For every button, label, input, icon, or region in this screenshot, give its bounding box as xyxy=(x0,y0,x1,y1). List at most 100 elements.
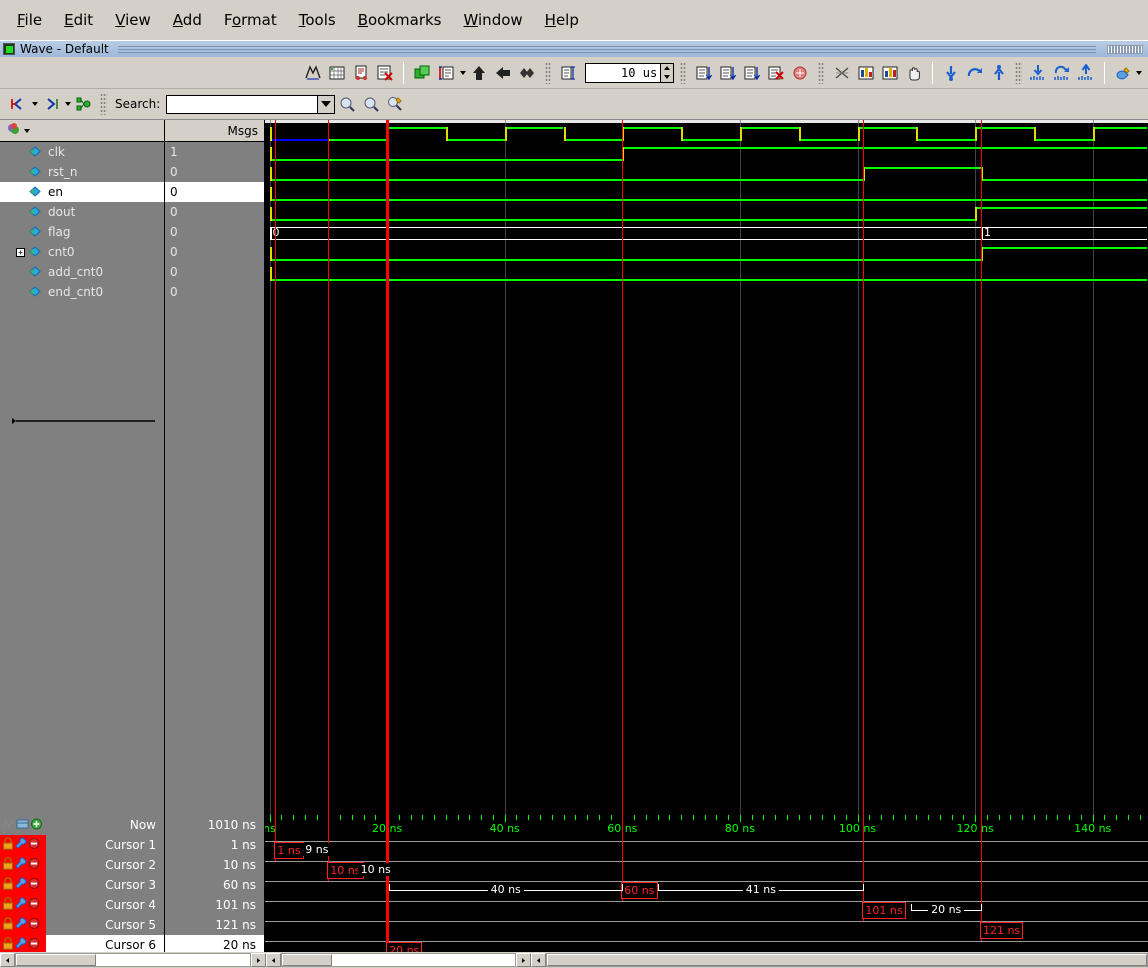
wave-hscrollbar-track[interactable] xyxy=(546,953,1148,967)
dock-down-icon[interactable] xyxy=(939,61,963,85)
menu-item-edit[interactable]: Edit xyxy=(53,8,104,32)
bar-chart-m-icon[interactable] xyxy=(878,61,902,85)
dock-up-wave-icon[interactable] xyxy=(1074,61,1098,85)
collapse-up-icon[interactable] xyxy=(740,61,764,85)
cursor-value-1[interactable]: 1 ns xyxy=(165,835,264,855)
cursor-lock-group[interactable] xyxy=(0,895,46,915)
search-options-icon[interactable] xyxy=(383,92,407,116)
cursor-value-5[interactable]: 121 ns xyxy=(165,915,264,935)
lock-icon[interactable] xyxy=(2,877,14,893)
wave-grid-icon[interactable] xyxy=(325,61,349,85)
wave-cursor-line-2[interactable] xyxy=(328,120,330,815)
signal-row-cnt0[interactable]: + cnt0 xyxy=(0,242,164,262)
value-scroll-left-button[interactable] xyxy=(265,953,281,967)
menu-item-view[interactable]: View xyxy=(104,8,162,32)
zoom-spin-down[interactable] xyxy=(661,73,673,82)
menu-item-format[interactable]: Format xyxy=(213,8,288,32)
lock-icon[interactable] xyxy=(2,897,14,913)
cursor-timeline-column[interactable]: ns 20 ns 40 ns 60 ns 80 ns 100 ns 120 ns 140 ns… xyxy=(265,815,1148,968)
lock-icon[interactable] xyxy=(2,857,14,873)
msgs-column-header[interactable]: Msgs xyxy=(165,120,264,142)
search-input[interactable] xyxy=(166,94,319,114)
search-next-icon[interactable] xyxy=(359,92,383,116)
value-scroll-right-button[interactable] xyxy=(516,953,531,967)
value-hscrollbar-thumb[interactable] xyxy=(281,954,332,966)
no-cross-icon[interactable] xyxy=(830,61,854,85)
menu-item-window[interactable]: Window xyxy=(453,8,534,32)
signal-row-add_cnt0[interactable]: add_cnt0 xyxy=(0,262,164,282)
cursor-lock-group[interactable] xyxy=(0,835,46,855)
remove-cursor-icon[interactable] xyxy=(28,877,40,893)
remove-cursor-icon[interactable] xyxy=(28,937,40,953)
cursor-time-badge-5[interactable]: 121 ns xyxy=(979,922,1024,939)
cursor-time-badge-1[interactable]: 1 ns xyxy=(274,842,304,859)
cursor-lock-group[interactable] xyxy=(0,915,46,935)
cursor-row-1[interactable]: Cursor 1 xyxy=(0,835,164,855)
cursor-row-5[interactable]: Cursor 5 xyxy=(0,915,164,935)
cursor-time-badge-4[interactable]: 101 ns xyxy=(862,902,906,919)
object-filter-icon[interactable] xyxy=(6,122,22,139)
hand-icon[interactable] xyxy=(902,61,926,85)
lock-icon[interactable] xyxy=(2,917,14,933)
wave-cursor-line-3[interactable] xyxy=(622,120,624,815)
up-arrow-icon[interactable] xyxy=(467,61,491,85)
find-previous-caret[interactable] xyxy=(30,93,39,115)
name-scroll-right-button[interactable] xyxy=(250,953,266,967)
wrench-icon[interactable] xyxy=(15,857,27,873)
wave-cursor-line-6[interactable] xyxy=(386,120,390,815)
wave-cursor-line-1[interactable] xyxy=(275,120,277,815)
cursor-lock-group[interactable] xyxy=(0,875,46,895)
expand-all-icon[interactable] xyxy=(692,61,716,85)
name-hscrollbar-track[interactable] xyxy=(15,953,251,967)
checker-icon[interactable] xyxy=(515,61,539,85)
zoom-range-icon[interactable] xyxy=(557,61,581,85)
colorize-dropdown-caret[interactable] xyxy=(1135,62,1144,84)
dock-up-icon[interactable] xyxy=(987,61,1011,85)
zoom-spin-up[interactable] xyxy=(661,64,673,73)
menu-item-tools[interactable]: Tools xyxy=(288,8,347,32)
find-next-caret[interactable] xyxy=(63,93,72,115)
zoom-range-spinner[interactable] xyxy=(661,62,675,83)
wrench-icon[interactable] xyxy=(15,897,27,913)
remove-cursor-icon[interactable] xyxy=(28,857,40,873)
bar-chart-p-icon[interactable] xyxy=(854,61,878,85)
wrench-icon[interactable] xyxy=(15,937,27,953)
signal-row-flag[interactable]: flag xyxy=(0,222,164,242)
name-hscrollbar-thumb[interactable] xyxy=(16,954,96,966)
dock-down-wave-icon[interactable] xyxy=(1026,61,1050,85)
cursor-value-3[interactable]: 60 ns xyxy=(165,875,264,895)
cursor-value-2[interactable]: 10 ns xyxy=(165,855,264,875)
wrench-icon[interactable] xyxy=(15,837,27,853)
remove-cursor-icon[interactable] xyxy=(28,897,40,913)
wave-hscrollbar-thumb[interactable] xyxy=(547,954,1147,966)
menu-item-bookmarks[interactable]: Bookmarks xyxy=(347,8,453,32)
menu-item-file[interactable]: File xyxy=(6,8,53,32)
find-next-icon[interactable] xyxy=(39,92,63,116)
waveform-canvas[interactable]: 01 xyxy=(265,120,1148,815)
wave-annotate-icon[interactable] xyxy=(349,61,373,85)
wrench-icon[interactable] xyxy=(15,917,27,933)
cursor-row-3[interactable]: Cursor 3 xyxy=(0,875,164,895)
wave-scroll-left-button[interactable] xyxy=(531,953,546,967)
remove-cursor-icon[interactable] xyxy=(28,837,40,853)
cursor-value-4[interactable]: 101 ns xyxy=(165,895,264,915)
add-cursor-icon[interactable] xyxy=(30,818,43,833)
insert-cursor-icon[interactable] xyxy=(434,61,458,85)
cursor-time-badge-3[interactable]: 60 ns xyxy=(621,882,658,899)
left-arrow-icon[interactable] xyxy=(491,61,515,85)
wave-window-titlebar[interactable]: Wave - Default xyxy=(0,40,1148,57)
name-scroll-left-button[interactable] xyxy=(0,953,15,967)
signal-name-column-header[interactable] xyxy=(0,120,164,142)
search-dropdown-caret[interactable] xyxy=(318,94,336,114)
cursor-row-4[interactable]: Cursor 4 xyxy=(0,895,164,915)
menu-item-add[interactable]: Add xyxy=(162,8,213,32)
group-icon[interactable] xyxy=(410,61,434,85)
titlebar-grip[interactable] xyxy=(1107,44,1143,54)
undock-wave-icon[interactable] xyxy=(1050,61,1074,85)
lock-icon[interactable] xyxy=(2,937,14,953)
remove-cursor-icon[interactable] xyxy=(28,917,40,933)
collapse-down-icon[interactable] xyxy=(716,61,740,85)
wave-cursor-line-4[interactable] xyxy=(863,120,865,815)
wave-compare-icon[interactable] xyxy=(301,61,325,85)
expand-toggle-cnt0[interactable]: + xyxy=(16,248,25,257)
